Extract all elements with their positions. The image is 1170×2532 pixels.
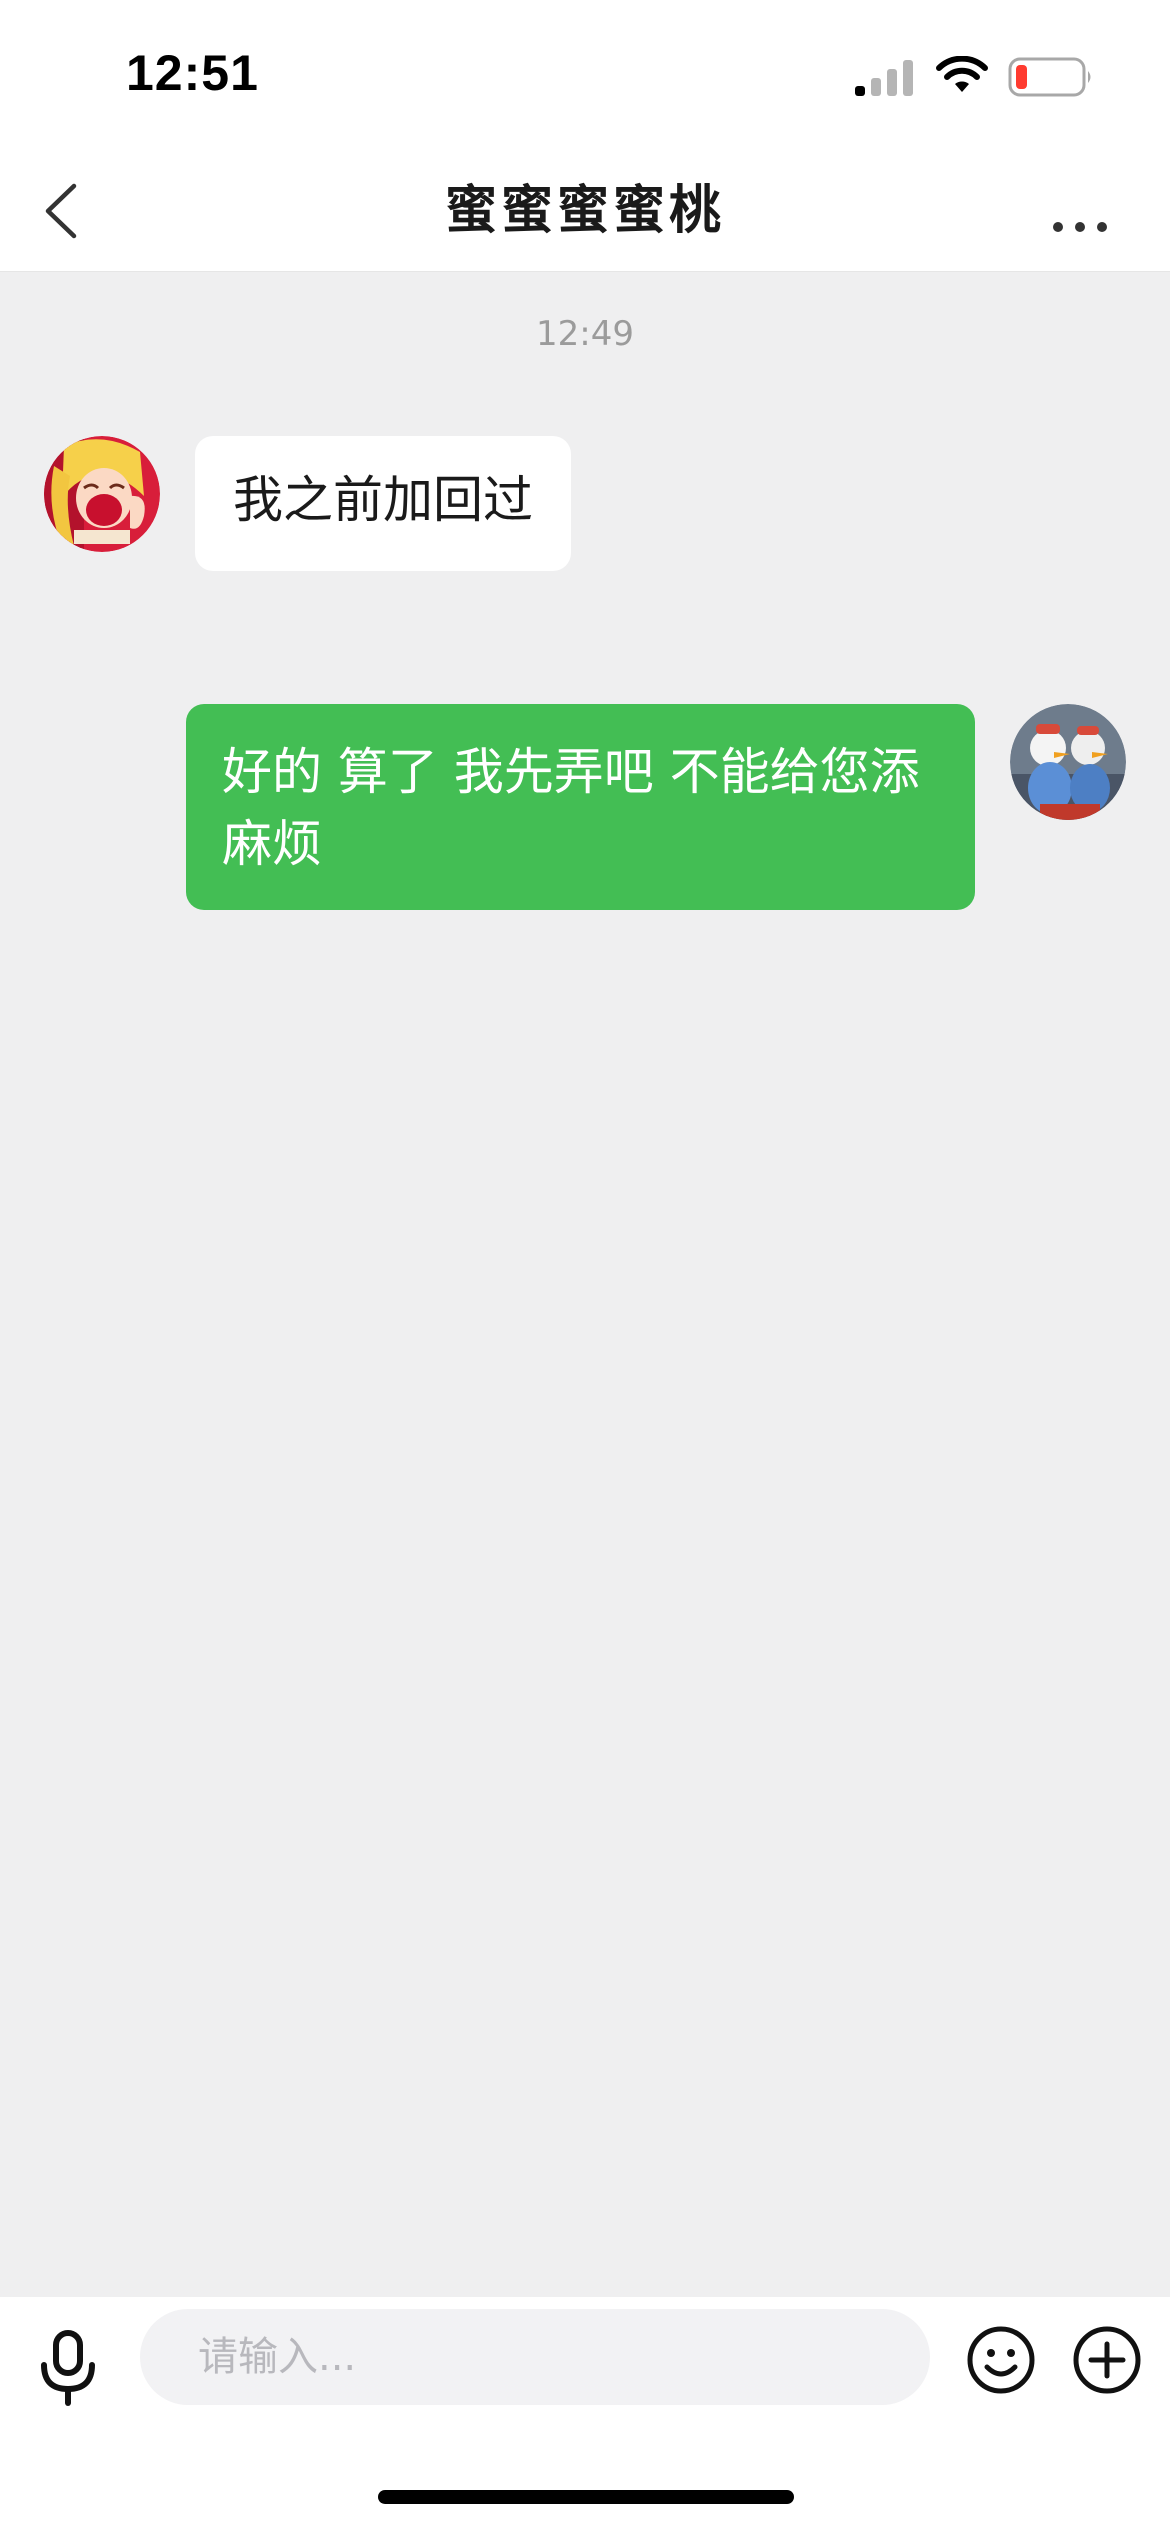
status-bar: 12:51 (0, 0, 1170, 150)
nav-bar: 蜜蜜蜜蜜桃 (0, 150, 1170, 272)
contact-avatar[interactable] (44, 436, 160, 552)
message-input[interactable] (140, 2309, 930, 2405)
chevron-left-icon[interactable] (30, 172, 100, 250)
outgoing-message-bubble[interactable]: 好的 算了 我先弄吧 不能给您添麻烦 (186, 704, 975, 910)
emoji-icon[interactable] (966, 2325, 1036, 2395)
signal-bars-icon (855, 60, 913, 96)
plus-circle-icon[interactable] (1072, 2325, 1142, 2395)
home-indicator (378, 2490, 794, 2504)
microphone-icon[interactable] (34, 2327, 102, 2407)
status-time: 12:51 (126, 45, 259, 101)
chat-message-list[interactable]: 12:49 我之前加回过 好的 算了 我先弄吧 不能给您添麻烦 (0, 272, 1170, 2297)
battery-low-icon (1008, 57, 1091, 97)
incoming-message-bubble[interactable]: 我之前加回过 (195, 436, 571, 571)
wifi-icon (936, 56, 988, 92)
user-avatar[interactable] (1010, 704, 1126, 820)
more-dots-icon[interactable] (1040, 172, 1120, 250)
input-bar (0, 2297, 1170, 2532)
chat-title: 蜜蜜蜜蜜桃 (444, 181, 725, 241)
message-timestamp: 12:49 (536, 314, 634, 354)
